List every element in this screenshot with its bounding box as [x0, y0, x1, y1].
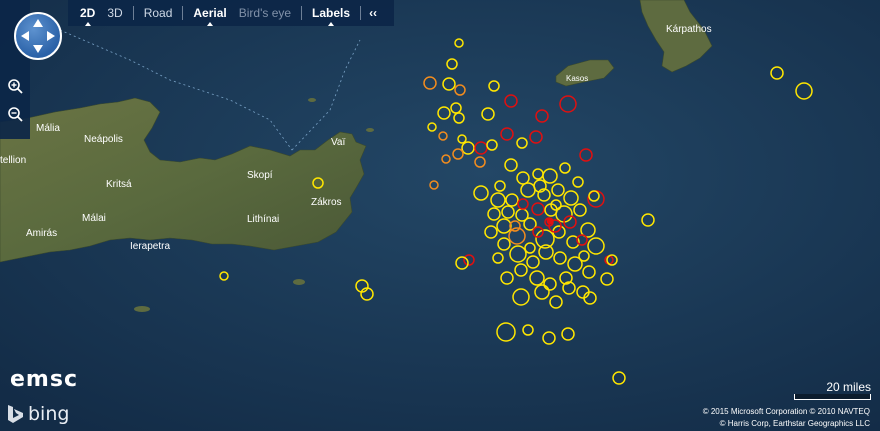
- place-label: Kasos: [566, 74, 588, 83]
- map-style-toolbar: 2D 3D Road Aerial Bird's eye Labels ‹‹: [68, 0, 394, 26]
- scale-line: [794, 394, 871, 400]
- toolbar-divider: [360, 6, 362, 20]
- earthquake-marker-main[interactable]: [546, 217, 554, 225]
- place-label: Kritsá: [106, 179, 132, 190]
- place-label: Amirás: [26, 228, 57, 239]
- copyright-notice: © 2015 Microsoft Corporation © 2010 NAVT…: [703, 406, 870, 430]
- mode-3d-button[interactable]: 3D: [101, 6, 128, 20]
- place-label: tellion: [0, 155, 26, 166]
- islet: [308, 98, 316, 102]
- road-button[interactable]: Road: [138, 6, 179, 20]
- place-label: Mália: [36, 123, 60, 134]
- birds-eye-button[interactable]: Bird's eye: [233, 6, 297, 20]
- place-label: Vaï: [331, 137, 345, 148]
- toolbar-divider: [301, 6, 303, 20]
- pan-control[interactable]: [14, 12, 62, 60]
- islet: [366, 128, 374, 132]
- place-label: Málai: [82, 213, 106, 224]
- toolbar-divider: [132, 6, 134, 20]
- aerial-button[interactable]: Aerial: [187, 6, 232, 26]
- pan-arrows-icon: [21, 19, 55, 53]
- place-label: Lithínai: [247, 214, 279, 225]
- zoom-in-button[interactable]: [4, 78, 26, 100]
- copyright-line: © 2015 Microsoft Corporation © 2010 NAVT…: [702, 407, 870, 416]
- place-label: Neápolis: [84, 134, 123, 145]
- zoom-out-button[interactable]: [4, 106, 26, 128]
- bing-logo-icon: [8, 405, 23, 423]
- place-label: Ierapetra: [130, 241, 170, 252]
- scale-label: 20 miles: [826, 380, 871, 394]
- bing-logo[interactable]: bing: [4, 403, 69, 425]
- emsc-logo: emsc: [10, 367, 78, 392]
- copyright-line: © Harris Corp, Earthstar Geographics LLC: [719, 419, 870, 428]
- zoom-in-icon: [8, 79, 23, 94]
- place-label: Zákros: [311, 197, 342, 208]
- zoom-out-icon: [8, 107, 23, 122]
- islet: [134, 306, 150, 312]
- collapse-toolbar-button[interactable]: ‹‹: [369, 6, 377, 20]
- labels-button[interactable]: Labels: [306, 6, 356, 26]
- scale-bar: 20 miles: [794, 380, 871, 400]
- map-view[interactable]: Kárpathos Kasos Mália Neápolis Vaï telli…: [0, 0, 880, 431]
- place-label: Kárpathos: [666, 24, 712, 35]
- mode-2d-button[interactable]: 2D: [74, 6, 101, 26]
- toolbar-divider: [182, 6, 184, 20]
- map-canvas[interactable]: Kárpathos Kasos Mália Neápolis Vaï telli…: [0, 0, 880, 431]
- place-label: Skopí: [247, 170, 273, 181]
- bing-wordmark: bing: [28, 403, 70, 425]
- islet: [293, 279, 305, 285]
